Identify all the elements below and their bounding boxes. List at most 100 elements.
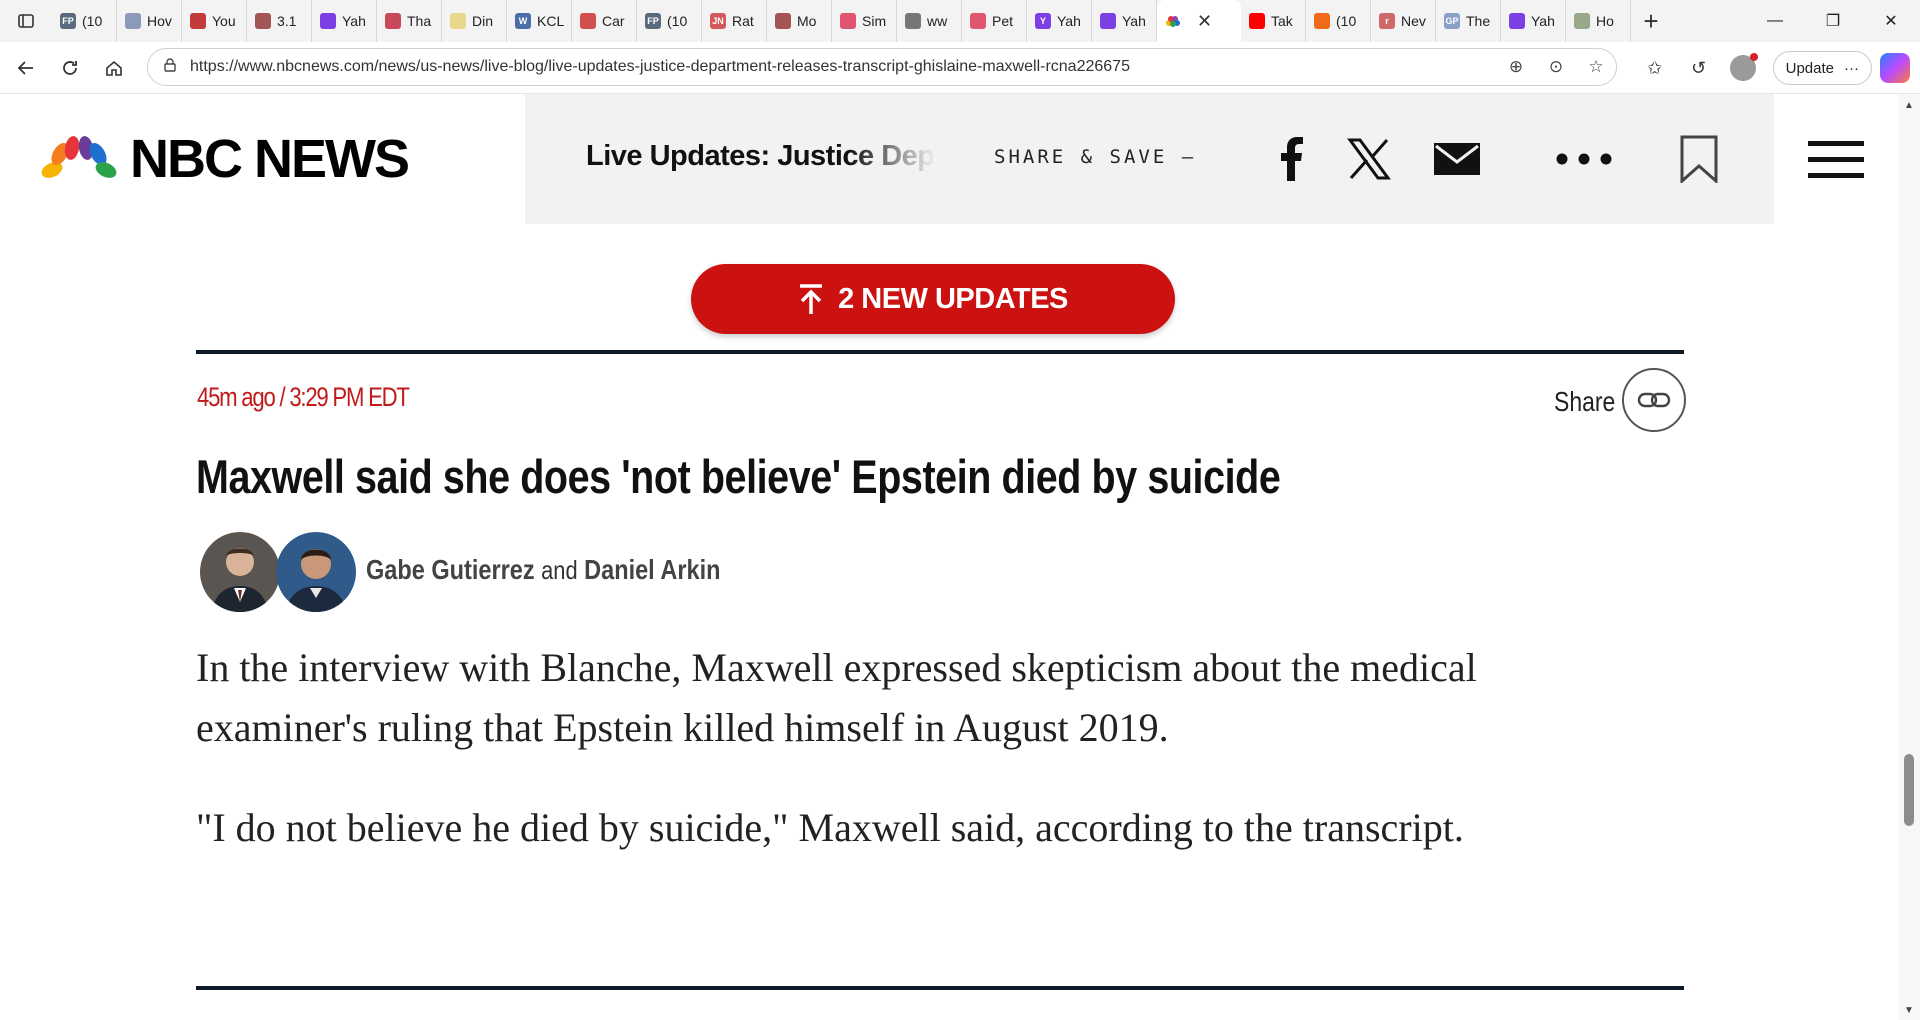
tab-active-nbc[interactable]: ✕: [1157, 0, 1241, 42]
tab-after-5[interactable]: Ho: [1566, 0, 1631, 42]
author-link-2[interactable]: Daniel Arkin: [584, 554, 720, 585]
share-save-label[interactable]: SHARE & SAVE —: [994, 146, 1196, 168]
profile-icon[interactable]: [1721, 53, 1765, 81]
tab-label: Mo: [797, 13, 817, 29]
tab-after-1[interactable]: (10: [1306, 0, 1371, 42]
tab-favicon-icon: Y: [1035, 13, 1051, 29]
tab-actions-icon[interactable]: [0, 0, 52, 42]
url-text[interactable]: https://www.nbcnews.com/news/us-news/liv…: [190, 58, 1496, 76]
tab-13[interactable]: ww: [897, 0, 962, 42]
tab-12[interactable]: Sim: [832, 0, 897, 42]
scrollbar-thumb[interactable]: [1904, 754, 1914, 826]
more-options-icon[interactable]: [1554, 124, 1614, 194]
tab-favicon-icon: [190, 13, 206, 29]
copilot-icon[interactable]: [1880, 53, 1910, 83]
post-divider-top: [196, 350, 1684, 354]
address-bar[interactable]: https://www.nbcnews.com/news/us-news/liv…: [147, 48, 1617, 86]
tab-label: (10: [1336, 13, 1357, 29]
tab-label: Car: [602, 13, 625, 29]
page-scrollbar[interactable]: ▲ ▼: [1898, 94, 1920, 1020]
zoom-icon[interactable]: ⊕: [1496, 57, 1536, 77]
favorite-star-icon[interactable]: ☆: [1576, 57, 1616, 77]
tab-8[interactable]: Car: [572, 0, 637, 42]
nbc-news-logo[interactable]: NBC NEWS: [4, 94, 525, 224]
share-link-button[interactable]: [1622, 368, 1686, 432]
email-icon[interactable]: [1432, 124, 1482, 194]
tab-label: Rat: [732, 13, 754, 29]
tab-15[interactable]: Y Yah: [1027, 0, 1092, 42]
share-label: Share: [1554, 386, 1616, 417]
tab-label: Yah: [1531, 13, 1555, 29]
history-icon[interactable]: ↺: [1677, 58, 1721, 79]
bookmark-icon[interactable]: [1674, 124, 1724, 194]
tab-favicon-icon: [385, 13, 401, 29]
tab-3[interactable]: 3.1: [247, 0, 312, 42]
tab-favicon-icon: FP: [60, 13, 76, 29]
x-icon[interactable]: [1344, 124, 1394, 194]
close-tab-icon[interactable]: ✕: [1197, 11, 1212, 32]
browser-toolbar: https://www.nbcnews.com/news/us-news/liv…: [0, 42, 1920, 94]
tab-2[interactable]: You: [182, 0, 247, 42]
tab-favicon-icon: [1314, 13, 1330, 29]
tab-after-2[interactable]: r Nev: [1371, 0, 1436, 42]
new-tab-button[interactable]: +: [1631, 0, 1671, 42]
reader-icon[interactable]: ⊙: [1536, 57, 1576, 77]
tab-label: KCL: [537, 13, 565, 29]
tab-after-3[interactable]: GP The: [1436, 0, 1501, 42]
tab-11[interactable]: Mo: [767, 0, 832, 42]
tab-label: Tha: [407, 13, 432, 29]
tab-9[interactable]: FP (10: [637, 0, 702, 42]
tab-0[interactable]: FP (10: [52, 0, 117, 42]
favorites-icon[interactable]: ✩: [1633, 58, 1677, 79]
back-icon[interactable]: [4, 46, 48, 90]
author-link-1[interactable]: Gabe Gutierrez: [366, 554, 535, 585]
tab-favicon-icon: GP: [1444, 13, 1460, 29]
tab-4[interactable]: Yah: [312, 0, 377, 42]
post-divider-bottom: [196, 986, 1684, 990]
byline-conjunction: and: [541, 555, 578, 585]
tab-6[interactable]: Din: [442, 0, 507, 42]
scroll-up-icon[interactable]: ▲: [1904, 100, 1914, 111]
facebook-icon[interactable]: [1266, 124, 1316, 194]
tab-favicon-icon: [125, 13, 141, 29]
author-avatar-2[interactable]: [276, 532, 356, 612]
tab-after-0[interactable]: Tak: [1241, 0, 1306, 42]
tab-label: Hov: [147, 13, 172, 29]
restore-icon[interactable]: ❐: [1804, 0, 1862, 42]
tab-7[interactable]: W KCL: [507, 0, 572, 42]
tab-14[interactable]: Pet: [962, 0, 1027, 42]
tab-label: Ho: [1596, 13, 1614, 29]
tab-list: FP (10 Hov You 3.1 Yah Tha Din W KCL Car FP (10 JN Rat…: [52, 0, 1157, 42]
tab-favicon-icon: [905, 13, 921, 29]
author-avatar-1[interactable]: [200, 532, 280, 612]
site-info-icon[interactable]: [162, 57, 178, 78]
new-updates-button[interactable]: 2 NEW UPDATES: [691, 264, 1175, 334]
tab-favicon-icon: [840, 13, 856, 29]
tab-5[interactable]: Tha: [377, 0, 442, 42]
home-icon[interactable]: [92, 46, 136, 90]
post-timestamp: 45m ago / 3:29 PM EDT: [197, 382, 410, 412]
minimize-icon[interactable]: —: [1746, 0, 1804, 42]
tab-1[interactable]: Hov: [117, 0, 182, 42]
close-window-icon[interactable]: ✕: [1862, 0, 1920, 42]
tab-label: Tak: [1271, 13, 1293, 29]
tab-after-4[interactable]: Yah: [1501, 0, 1566, 42]
tab-favicon-icon: [1509, 13, 1525, 29]
nbc-peacock-icon: [1165, 13, 1181, 29]
link-icon: [1637, 392, 1671, 408]
post-paragraph-2: "I do not believe he died by suicide," M…: [196, 805, 1464, 850]
tab-favicon-icon: [1249, 13, 1265, 29]
more-icon[interactable]: ···: [1844, 60, 1859, 77]
site-header: NBC NEWS Live Updates: Justice Departmen…: [4, 94, 1898, 224]
tab-label: Yah: [1122, 13, 1146, 29]
scroll-down-icon[interactable]: ▼: [1904, 1005, 1914, 1016]
tab-10[interactable]: JN Rat: [702, 0, 767, 42]
tab-label: You: [212, 13, 236, 29]
hamburger-menu-button[interactable]: [1774, 94, 1898, 224]
tab-16[interactable]: Yah: [1092, 0, 1157, 42]
refresh-icon[interactable]: [48, 46, 92, 90]
update-button[interactable]: Update ···: [1772, 51, 1872, 85]
byline: Gabe Gutierrez and Daniel Arkin: [366, 554, 721, 586]
tab-label: Nev: [1401, 13, 1426, 29]
new-updates-label: 2 NEW UPDATES: [838, 282, 1068, 315]
